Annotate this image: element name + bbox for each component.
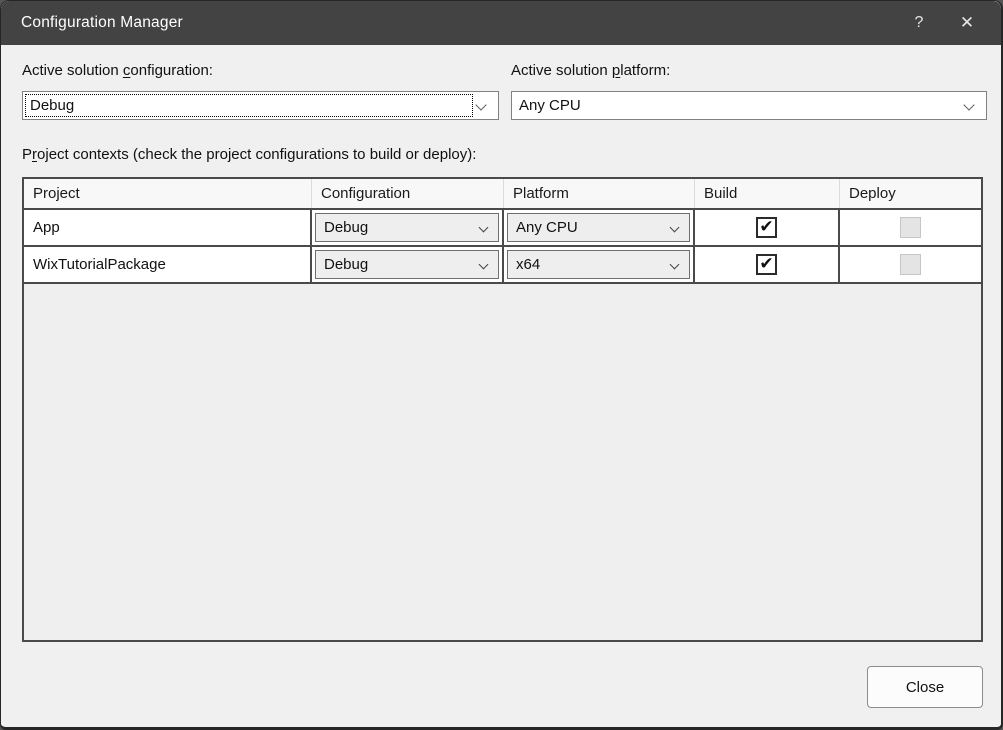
configuration-cell: Debug [312, 247, 504, 282]
window-controls: ? ✕ [895, 1, 991, 45]
column-header-project: Project [24, 179, 312, 208]
row-configuration-combobox[interactable]: Debug [315, 213, 499, 242]
deploy-checkbox: ✔ [900, 254, 921, 275]
build-checkbox[interactable]: ✔ [756, 254, 777, 275]
deploy-cell: ✔ [840, 210, 981, 245]
active-configuration-combobox[interactable]: Debug [22, 91, 499, 120]
column-header-platform: Platform [504, 179, 695, 208]
checkmark-icon: ✔ [759, 255, 773, 272]
chevron-down-icon [670, 223, 680, 233]
close-icon: ✕ [960, 13, 974, 33]
project-contexts-label: Project contexts (check the project conf… [22, 146, 476, 163]
close-dialog-button[interactable]: Close [867, 666, 983, 708]
row-platform-combobox[interactable]: x64 [507, 250, 690, 279]
chevron-down-icon [479, 260, 489, 270]
chevron-down-icon [479, 223, 489, 233]
column-header-configuration: Configuration [312, 179, 504, 208]
build-checkbox[interactable]: ✔ [756, 217, 777, 238]
active-platform-combobox[interactable]: Any CPU [511, 91, 987, 120]
active-configuration-value: Debug [30, 97, 74, 114]
project-name-cell[interactable]: App [24, 210, 312, 245]
active-configuration-label: Active solution configuration: [22, 62, 213, 79]
chevron-down-icon [670, 260, 680, 270]
column-header-deploy: Deploy [840, 179, 981, 208]
help-button[interactable]: ? [895, 1, 943, 45]
table-row[interactable]: App Debug Any CPU ✔ [24, 210, 981, 247]
active-platform-value: Any CPU [519, 97, 581, 114]
column-header-build: Build [695, 179, 840, 208]
platform-cell: x64 [504, 247, 695, 282]
table-row[interactable]: WixTutorialPackage Debug x64 ✔ [24, 247, 981, 284]
focus-rectangle [25, 94, 473, 117]
row-configuration-combobox[interactable]: Debug [315, 250, 499, 279]
help-icon: ? [915, 14, 924, 32]
chevron-down-icon [475, 99, 486, 110]
deploy-checkbox: ✔ [900, 217, 921, 238]
build-cell: ✔ [695, 247, 840, 282]
chevron-down-icon [963, 99, 974, 110]
platform-cell: Any CPU [504, 210, 695, 245]
window-close-button[interactable]: ✕ [943, 1, 991, 45]
active-platform-label: Active solution platform: [511, 62, 670, 79]
row-platform-combobox[interactable]: Any CPU [507, 213, 690, 242]
project-contexts-table: Project Configuration Platform Build Dep… [22, 177, 983, 642]
configuration-manager-dialog: Configuration Manager ? ✕ Active solutio… [0, 0, 1003, 730]
build-cell: ✔ [695, 210, 840, 245]
project-name-cell[interactable]: WixTutorialPackage [24, 247, 312, 282]
deploy-cell: ✔ [840, 247, 981, 282]
checkmark-icon: ✔ [759, 218, 773, 235]
title-bar: Configuration Manager ? ✕ [1, 1, 1001, 45]
configuration-cell: Debug [312, 210, 504, 245]
window-title: Configuration Manager [21, 14, 183, 32]
table-header-row: Project Configuration Platform Build Dep… [24, 179, 981, 210]
